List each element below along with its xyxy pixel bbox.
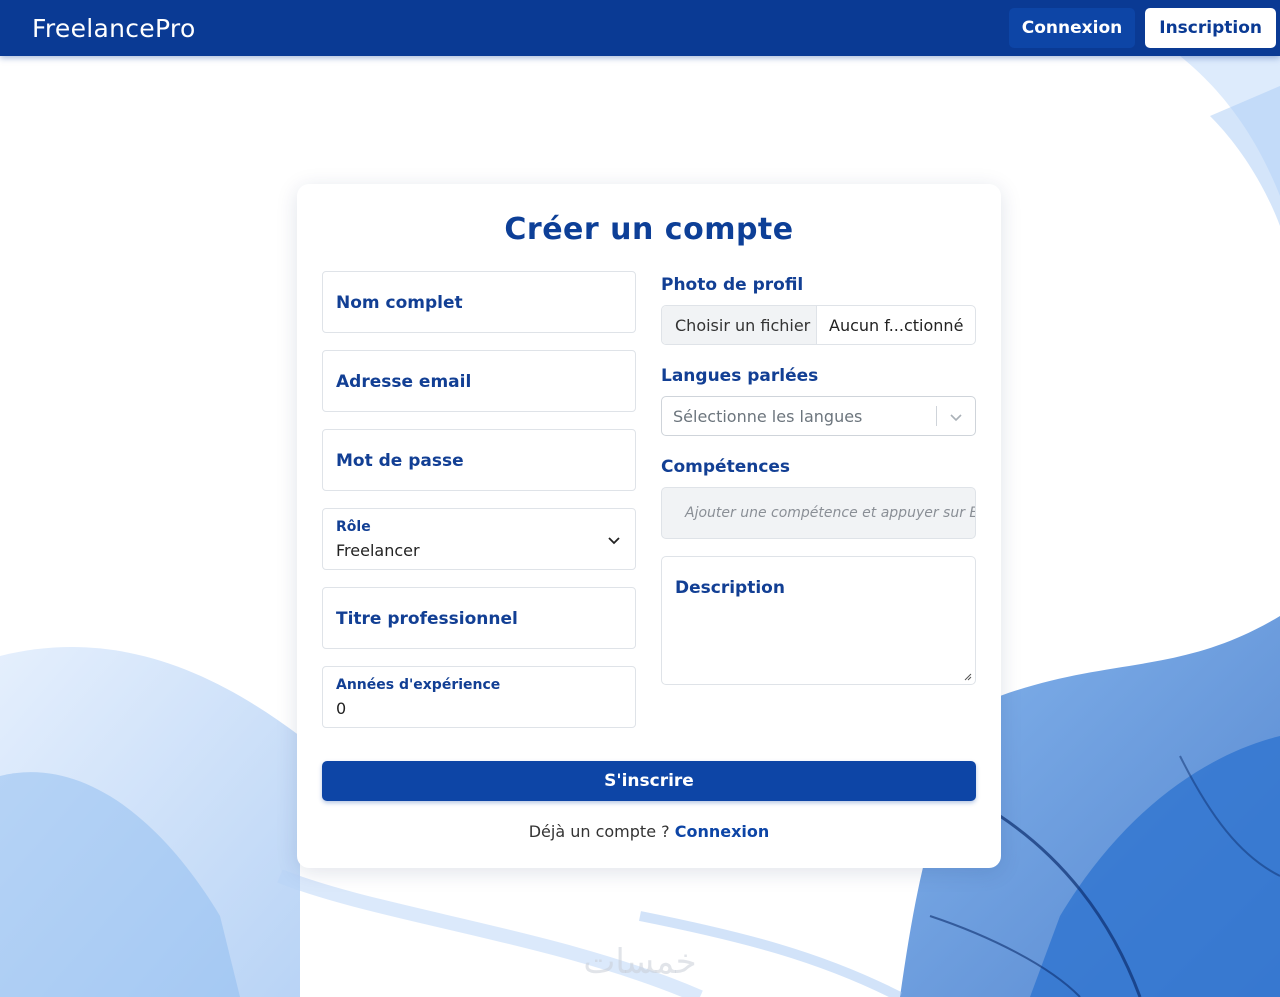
- experience-value: 0: [336, 699, 347, 718]
- page-title: Créer un compte: [504, 212, 794, 247]
- job-title-placeholder: Titre professionnel: [336, 609, 518, 629]
- watermark: خمسات: [583, 942, 697, 982]
- choose-file-button[interactable]: Choisir un fichier: [662, 306, 817, 344]
- login-link[interactable]: Connexion: [675, 822, 770, 841]
- email-placeholder: Adresse email: [336, 372, 472, 392]
- experience-label: Années d'expérience: [336, 677, 501, 693]
- signup-button[interactable]: Inscription: [1145, 8, 1276, 48]
- languages-select[interactable]: Sélectionne les langues: [661, 396, 976, 436]
- description-placeholder: Description: [675, 578, 785, 598]
- photo-file-input[interactable]: Choisir un fichier Aucun f...ctionné: [661, 305, 976, 345]
- job-title-field[interactable]: Titre professionnel: [322, 587, 636, 649]
- experience-field[interactable]: Années d'expérience 0: [322, 666, 636, 728]
- role-select[interactable]: Rôle Freelancer: [322, 508, 636, 570]
- description-field[interactable]: Description: [661, 556, 976, 685]
- submit-button[interactable]: S'inscrire: [322, 761, 976, 801]
- password-placeholder: Mot de passe: [336, 451, 464, 471]
- email-field[interactable]: Adresse email: [322, 350, 636, 412]
- login-prompt: Déjà un compte ? Connexion: [297, 822, 1001, 841]
- full-name-field[interactable]: Nom complet: [322, 271, 636, 333]
- resize-grip-icon[interactable]: [962, 671, 972, 681]
- skills-label: Compétences: [661, 457, 791, 477]
- file-status: Aucun f...ctionné: [829, 315, 964, 335]
- top-navbar: FreelancePro Connexion Inscription: [0, 0, 1280, 56]
- languages-placeholder: Sélectionne les langues: [673, 407, 863, 426]
- photo-label: Photo de profil: [661, 275, 804, 295]
- role-value: Freelancer: [336, 541, 420, 560]
- signup-card: Créer un compte Nom complet Adresse emai…: [297, 184, 1001, 868]
- login-prompt-text: Déjà un compte ?: [528, 822, 670, 841]
- skills-input[interactable]: Ajouter une compétence et appuyer sur En…: [661, 487, 976, 539]
- role-label: Rôle: [336, 519, 371, 535]
- chevron-down-icon: [608, 537, 620, 545]
- languages-label: Langues parlées: [661, 366, 819, 386]
- skills-placeholder: Ajouter une compétence et appuyer sur En…: [685, 505, 975, 521]
- chevron-down-icon[interactable]: [949, 410, 963, 424]
- nav-actions: Connexion Inscription: [1008, 8, 1276, 48]
- select-separator: [936, 406, 937, 426]
- full-name-placeholder: Nom complet: [336, 293, 463, 313]
- login-button[interactable]: Connexion: [1008, 8, 1136, 48]
- password-field[interactable]: Mot de passe: [322, 429, 636, 491]
- brand-logo[interactable]: FreelancePro: [32, 14, 196, 43]
